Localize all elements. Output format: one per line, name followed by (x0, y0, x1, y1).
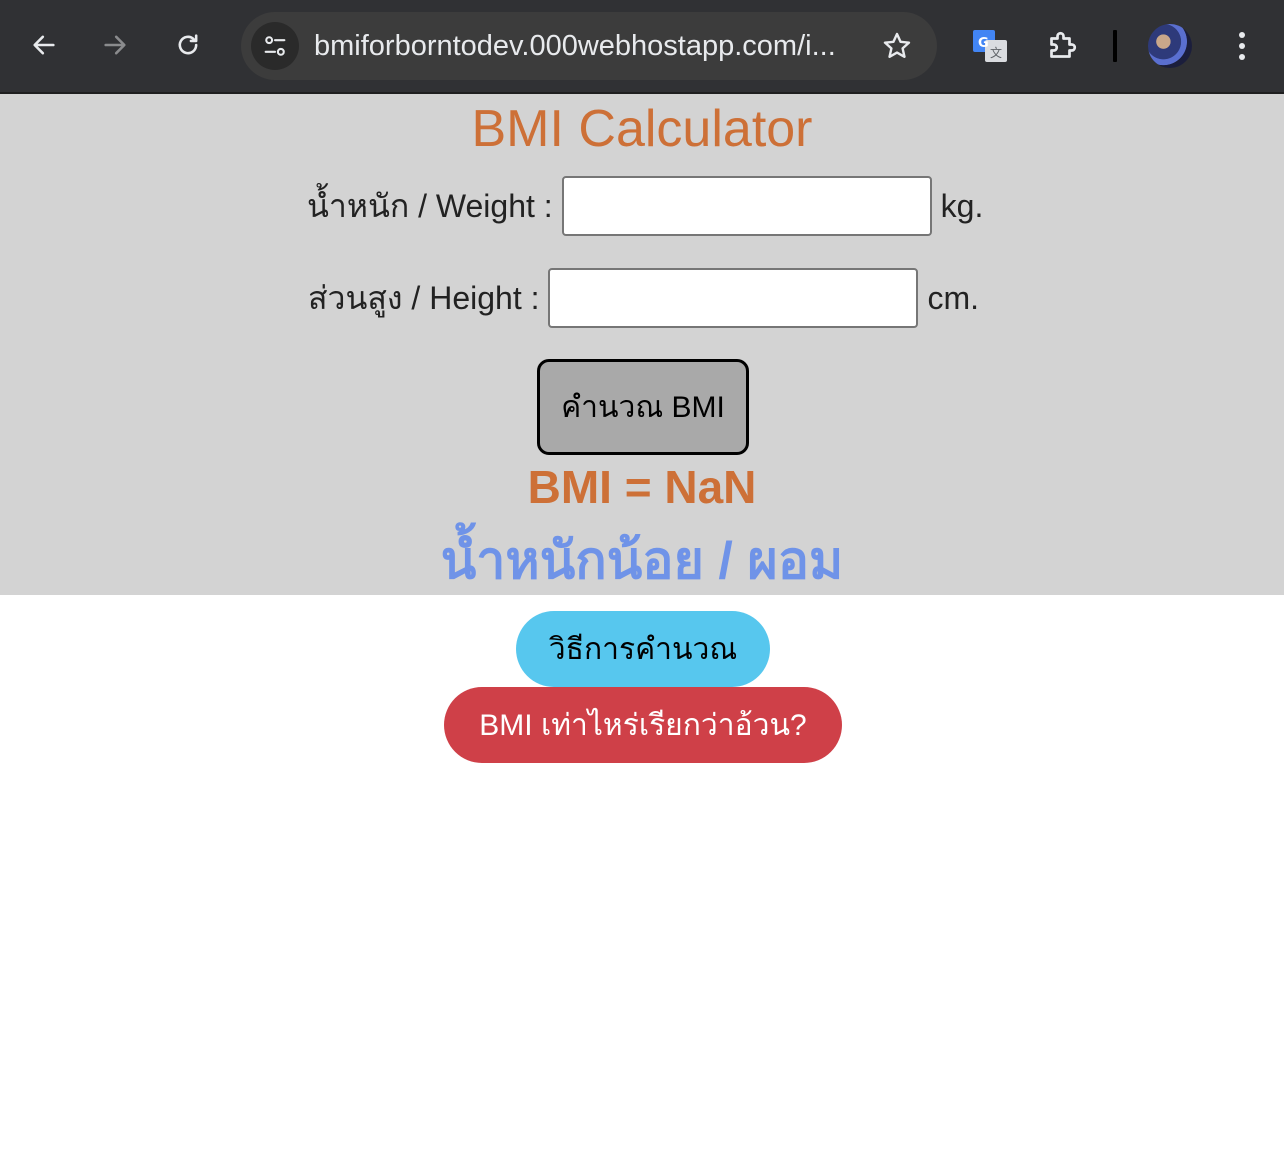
calculator-panel (0, 94, 1284, 595)
browser-toolbar: bmiforborntodev.000webhostapp.com/i... G… (0, 0, 1284, 94)
kebab-menu-icon (1239, 32, 1245, 60)
height-input[interactable] (548, 268, 919, 328)
weight-input[interactable] (561, 176, 932, 236)
reload-icon (178, 34, 198, 55)
star-icon (883, 32, 911, 58)
bmi-result: BMI = NaN (527, 461, 757, 513)
site-info-button[interactable] (251, 22, 299, 70)
height-label: ส่วนสูง / Height : (308, 279, 540, 316)
address-bar[interactable]: bmiforborntodev.000webhostapp.com/i... (241, 12, 937, 80)
toolbar-divider (1113, 30, 1117, 62)
extensions-button[interactable] (1040, 24, 1084, 68)
url-text[interactable]: bmiforborntodev.000webhostapp.com/i... (314, 12, 874, 80)
forward-arrow-icon (104, 35, 126, 55)
weight-label: น้ำหนัก / Weight : (307, 187, 553, 224)
svg-text:文: 文 (990, 45, 1002, 60)
google-translate-icon[interactable]: G 文 (970, 26, 1010, 66)
avatar[interactable] (1148, 24, 1192, 68)
height-row: ส่วนสูง / Height : cm. (308, 268, 979, 328)
puzzle-icon (1050, 31, 1077, 58)
calculate-bmi-button[interactable]: คำนวณ BMI (537, 359, 749, 455)
forward-button[interactable] (91, 21, 139, 69)
browser-menu-button[interactable] (1222, 24, 1262, 68)
svg-text:G: G (978, 36, 989, 51)
reload-button[interactable] (164, 21, 212, 69)
weight-unit: kg. (940, 187, 984, 224)
how-to-calculate-button[interactable]: วิธีการคำนวณ (516, 611, 770, 687)
back-arrow-icon (33, 35, 55, 55)
height-unit: cm. (927, 279, 980, 316)
bmi-overweight-info-button[interactable]: BMI เท่าไหร่เรียกว่าอ้วน? (444, 687, 842, 763)
page-title: BMI Calculator (471, 100, 813, 158)
back-button[interactable] (20, 21, 68, 69)
bmi-category: น้ำหนักน้อย / ผอม (440, 532, 844, 590)
tune-icon (264, 36, 286, 56)
bookmark-button[interactable] (877, 26, 917, 66)
weight-row: น้ำหนัก / Weight : kg. (307, 176, 983, 236)
